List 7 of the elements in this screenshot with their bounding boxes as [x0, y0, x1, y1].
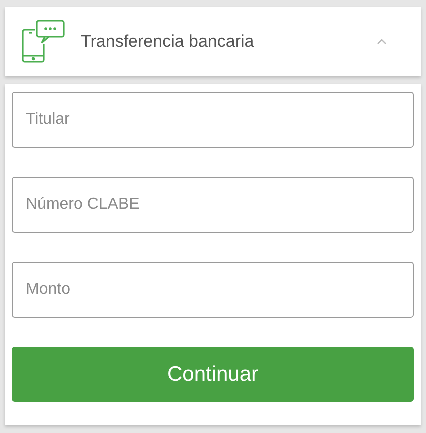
chevron-icon[interactable]	[377, 38, 387, 45]
accordion-header[interactable]: Transferencia bancaria	[5, 7, 421, 76]
section-title: Transferencia bancaria	[81, 30, 254, 53]
input-field[interactable]: Número CLABE	[12, 177, 414, 233]
phone-chat-icon	[21, 20, 67, 64]
input-field[interactable]: Titular	[12, 92, 414, 148]
input-field[interactable]: Monto	[12, 262, 414, 318]
